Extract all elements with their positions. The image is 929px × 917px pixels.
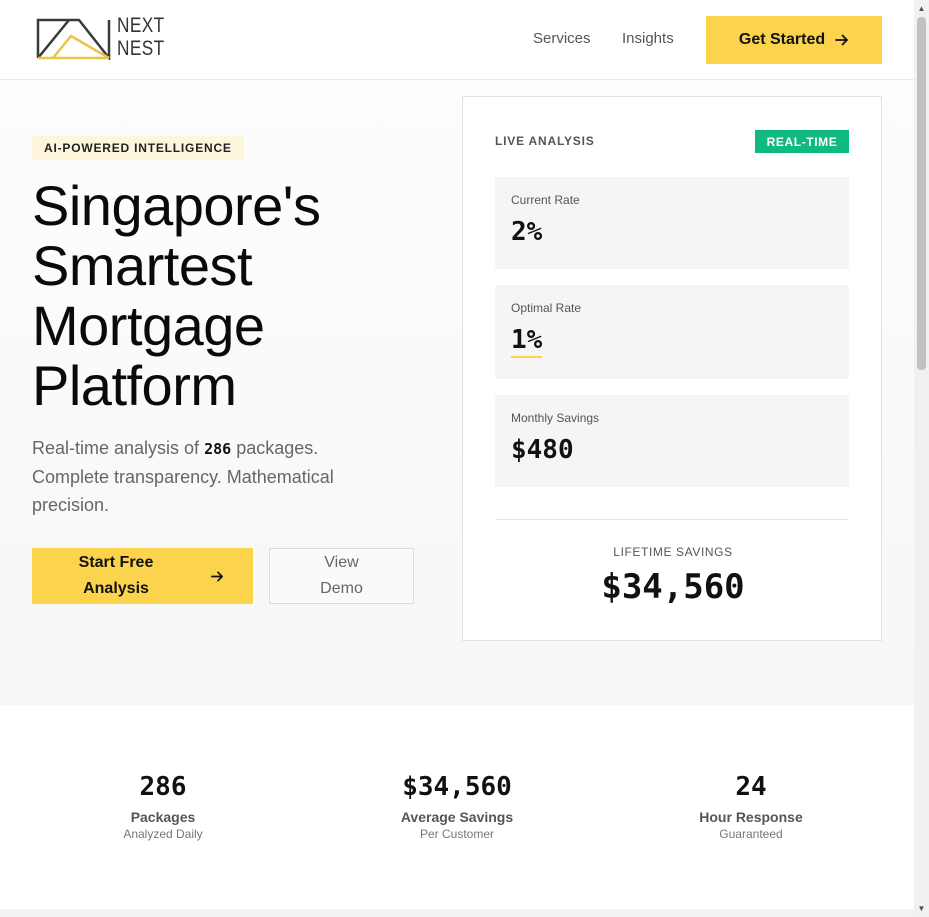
package-count: 286 [204,440,232,458]
stat-label: Hour Response [699,809,803,825]
live-analysis-heading: LIVE ANALYSIS [495,134,595,148]
scrollbar-thumb[interactable] [917,17,926,370]
arrow-right-icon [211,570,223,582]
stat-label: Packages [130,809,196,825]
hero-title: Singapore's Smartest Mortgage Platform [32,176,452,416]
view-demo-button[interactable]: View Demo [269,548,414,604]
scroll-up-arrow-icon[interactable]: ▲ [914,0,929,17]
site-header: NEXT NEST Services Insights Get Started [0,0,914,80]
current-rate-metric: Current Rate 2% [495,177,849,269]
logo-mark-icon [36,18,111,60]
monthly-savings-metric: Monthly Savings $480 [495,395,849,487]
stat-hour-response: 24 Hour Response Guaranteed [621,771,881,841]
hero-subtitle: Real-time analysis of 286 packages. Comp… [32,434,392,519]
stat-label: Average Savings [400,809,514,825]
metric-value: $480 [511,435,574,465]
next-section-edge [0,909,914,917]
start-free-analysis-label: Start Free Analysis [78,554,154,597]
stat-sublabel: Per Customer [419,827,495,841]
metric-label: Monthly Savings [511,411,600,425]
ai-powered-badge: AI-POWERED INTELLIGENCE [32,136,244,160]
start-free-analysis-button[interactable]: Start Free Analysis [32,548,253,604]
view-demo-label: View Demo [320,554,363,597]
stat-value: 24 [735,772,767,802]
stats-section: 286 Packages Analyzed Daily $34,560 Aver… [0,705,914,909]
hero-section: AI-POWERED INTELLIGENCE Singapore's Smar… [0,81,914,705]
nav-services-link[interactable]: Services [533,30,591,47]
hero-subtitle-before: Real-time analysis of [32,438,200,458]
page-scrollbar[interactable]: ▲ ▼ [914,0,929,917]
metric-label: Current Rate [511,193,580,207]
stat-packages: 286 Packages Analyzed Daily [33,771,293,841]
stat-sublabel: Guaranteed [719,827,783,841]
stat-average-savings: $34,560 Average Savings Per Customer [327,771,587,841]
live-analysis-card: LIVE ANALYSIS REAL-TIME Current Rate 2% … [462,96,882,641]
optimal-rate-metric: Optimal Rate 1% [495,285,849,379]
metric-label: Optimal Rate [511,301,582,315]
nextnest-logo[interactable]: NEXT NEST [35,14,175,62]
arrow-right-icon [835,34,849,46]
scroll-down-arrow-icon[interactable]: ▼ [914,900,929,917]
metric-value: 2% [511,217,543,247]
logo-word-nest: NEST [117,37,165,60]
logo-wordmark: NEXT NEST [117,14,165,60]
logo-word-next: NEXT [117,14,165,37]
stat-value: $34,560 [402,772,512,802]
lifetime-savings-label: LIFETIME SAVINGS [613,545,733,559]
card-divider [495,519,849,520]
stat-value: 286 [139,772,187,802]
metric-value: 1% [511,325,543,358]
lifetime-savings-value: $34,560 [601,567,745,607]
hero-title-line: Mortgage [32,294,265,357]
stat-sublabel: Analyzed Daily [123,827,203,841]
hero-title-line: Smartest [32,234,253,297]
get-started-label: Get Started [738,31,826,48]
hero-title-line: Singapore's [32,174,321,237]
nav-insights-link[interactable]: Insights [622,30,674,47]
hero-title-line: Platform [32,354,237,417]
realtime-badge: REAL-TIME [755,130,849,153]
get-started-button[interactable]: Get Started [706,16,882,64]
